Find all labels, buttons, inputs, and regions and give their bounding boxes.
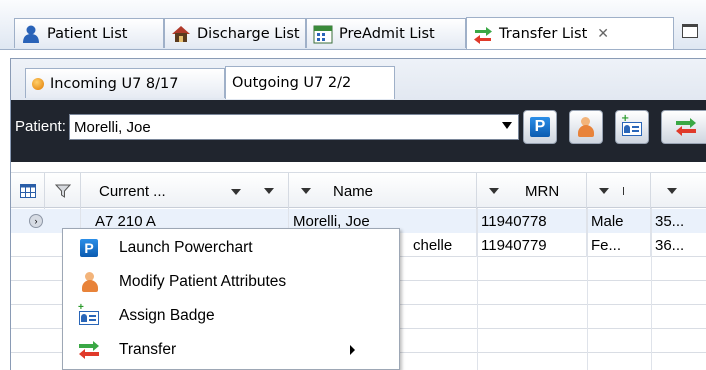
- modify-patient-attributes-button[interactable]: [569, 110, 603, 144]
- menu-item-modify-patient-attributes[interactable]: Modify Patient Attributes: [63, 265, 399, 299]
- menu-item-label: Launch Powerchart: [119, 239, 253, 256]
- sort-arrow-icon[interactable]: [249, 173, 289, 209]
- column-header-age[interactable]: [651, 173, 706, 209]
- main-tab-bar: Patient List Discharge List PreAdmit Lis…: [0, 0, 706, 50]
- column-header-label: Name: [333, 182, 374, 200]
- person-edit-icon: [575, 116, 597, 138]
- menu-item-assign-badge[interactable]: + Assign Badge: [63, 299, 399, 333]
- submenu-arrow-icon: [350, 345, 355, 355]
- app-window: Patient List Discharge List PreAdmit Lis…: [0, 0, 706, 370]
- transfer-arrows-icon: [79, 340, 99, 360]
- sub-tab-bar: Incoming U7 8/17 Outgoing U7 2/2: [10, 58, 706, 100]
- patient-select-value: Morelli, Joe: [74, 118, 151, 136]
- tab-label: Discharge List: [197, 25, 300, 42]
- column-header-mrn[interactable]: MRN: [477, 173, 587, 209]
- close-icon[interactable]: ✕: [597, 26, 609, 42]
- cell-age: 35...: [651, 209, 706, 233]
- patient-label: Patient:: [15, 114, 72, 138]
- tab-label: Outgoing U7 2/2: [232, 75, 352, 91]
- tab-label: Patient List: [47, 25, 128, 42]
- column-header-sex[interactable]: [587, 173, 651, 209]
- cell-age: 36...: [651, 233, 706, 257]
- sort-arrow-icon[interactable]: [599, 188, 609, 194]
- column-header-name[interactable]: Name: [289, 173, 477, 209]
- tab-preadmit-list[interactable]: PreAdmit List: [306, 18, 466, 48]
- sort-arrow-icon[interactable]: [667, 188, 677, 194]
- menu-item-transfer[interactable]: Transfer: [63, 333, 399, 367]
- badge-icon: +: [621, 113, 642, 137]
- calendar-icon: [313, 24, 333, 44]
- house-icon: [171, 24, 191, 44]
- menu-item-label: Assign Badge: [119, 307, 215, 324]
- patient-toolbar: Patient: Morelli, Joe P +: [10, 100, 706, 162]
- tab-label: Transfer List: [499, 25, 588, 42]
- row-expand-icon[interactable]: ›: [29, 214, 43, 228]
- person-edit-icon: [79, 272, 99, 292]
- column-header-label: Current ...: [99, 182, 166, 200]
- badge-icon: +: [78, 302, 99, 326]
- menu-item-label: Modify Patient Attributes: [119, 273, 287, 290]
- sort-arrow-icon[interactable]: [489, 188, 499, 194]
- tab-outgoing[interactable]: Outgoing U7 2/2: [225, 66, 395, 99]
- filter-icon[interactable]: [45, 173, 81, 209]
- tab-label: PreAdmit List: [339, 25, 435, 42]
- patient-select[interactable]: Morelli, Joe: [69, 114, 519, 140]
- cell-mrn: 11940779: [477, 233, 587, 257]
- transfer-arrows-icon: [473, 24, 493, 44]
- sort-arrow-icon[interactable]: [231, 189, 241, 195]
- menu-item-label: Transfer: [119, 341, 177, 358]
- column-header-label: MRN: [525, 182, 560, 200]
- tab-incoming[interactable]: Incoming U7 8/17: [25, 68, 225, 98]
- chevron-down-icon[interactable]: [502, 122, 512, 129]
- launch-powerchart-button[interactable]: P: [523, 110, 557, 144]
- grid-header: Current ... Name MRN: [11, 172, 706, 209]
- cell-mrn: 11940778: [477, 209, 587, 233]
- context-menu: P Launch Powerchart Modify Patient Attri…: [62, 228, 400, 370]
- assign-badge-button[interactable]: +: [615, 110, 649, 144]
- tab-discharge-list[interactable]: Discharge List: [164, 18, 306, 48]
- column-header-current[interactable]: Current ...: [81, 173, 249, 209]
- status-dot-icon: [32, 77, 44, 90]
- window-maximize-icon[interactable]: [682, 24, 698, 38]
- transfer-arrows-icon: [675, 118, 696, 136]
- tab-transfer-list[interactable]: Transfer List ✕: [466, 17, 674, 49]
- column-chooser-icon[interactable]: [11, 173, 45, 209]
- sort-arrow-icon[interactable]: [301, 188, 311, 194]
- powerchart-icon: P: [79, 238, 99, 258]
- menu-item-launch-powerchart[interactable]: P Launch Powerchart: [63, 231, 399, 265]
- cell-sex: Male: [587, 209, 651, 233]
- transfer-button[interactable]: [661, 110, 706, 144]
- tab-patient-list[interactable]: Patient List: [14, 18, 164, 48]
- cell-sex: Fe...: [587, 233, 651, 257]
- powerchart-icon: P: [530, 117, 550, 137]
- person-icon: [21, 24, 41, 44]
- tab-label: Incoming U7 8/17: [50, 75, 179, 92]
